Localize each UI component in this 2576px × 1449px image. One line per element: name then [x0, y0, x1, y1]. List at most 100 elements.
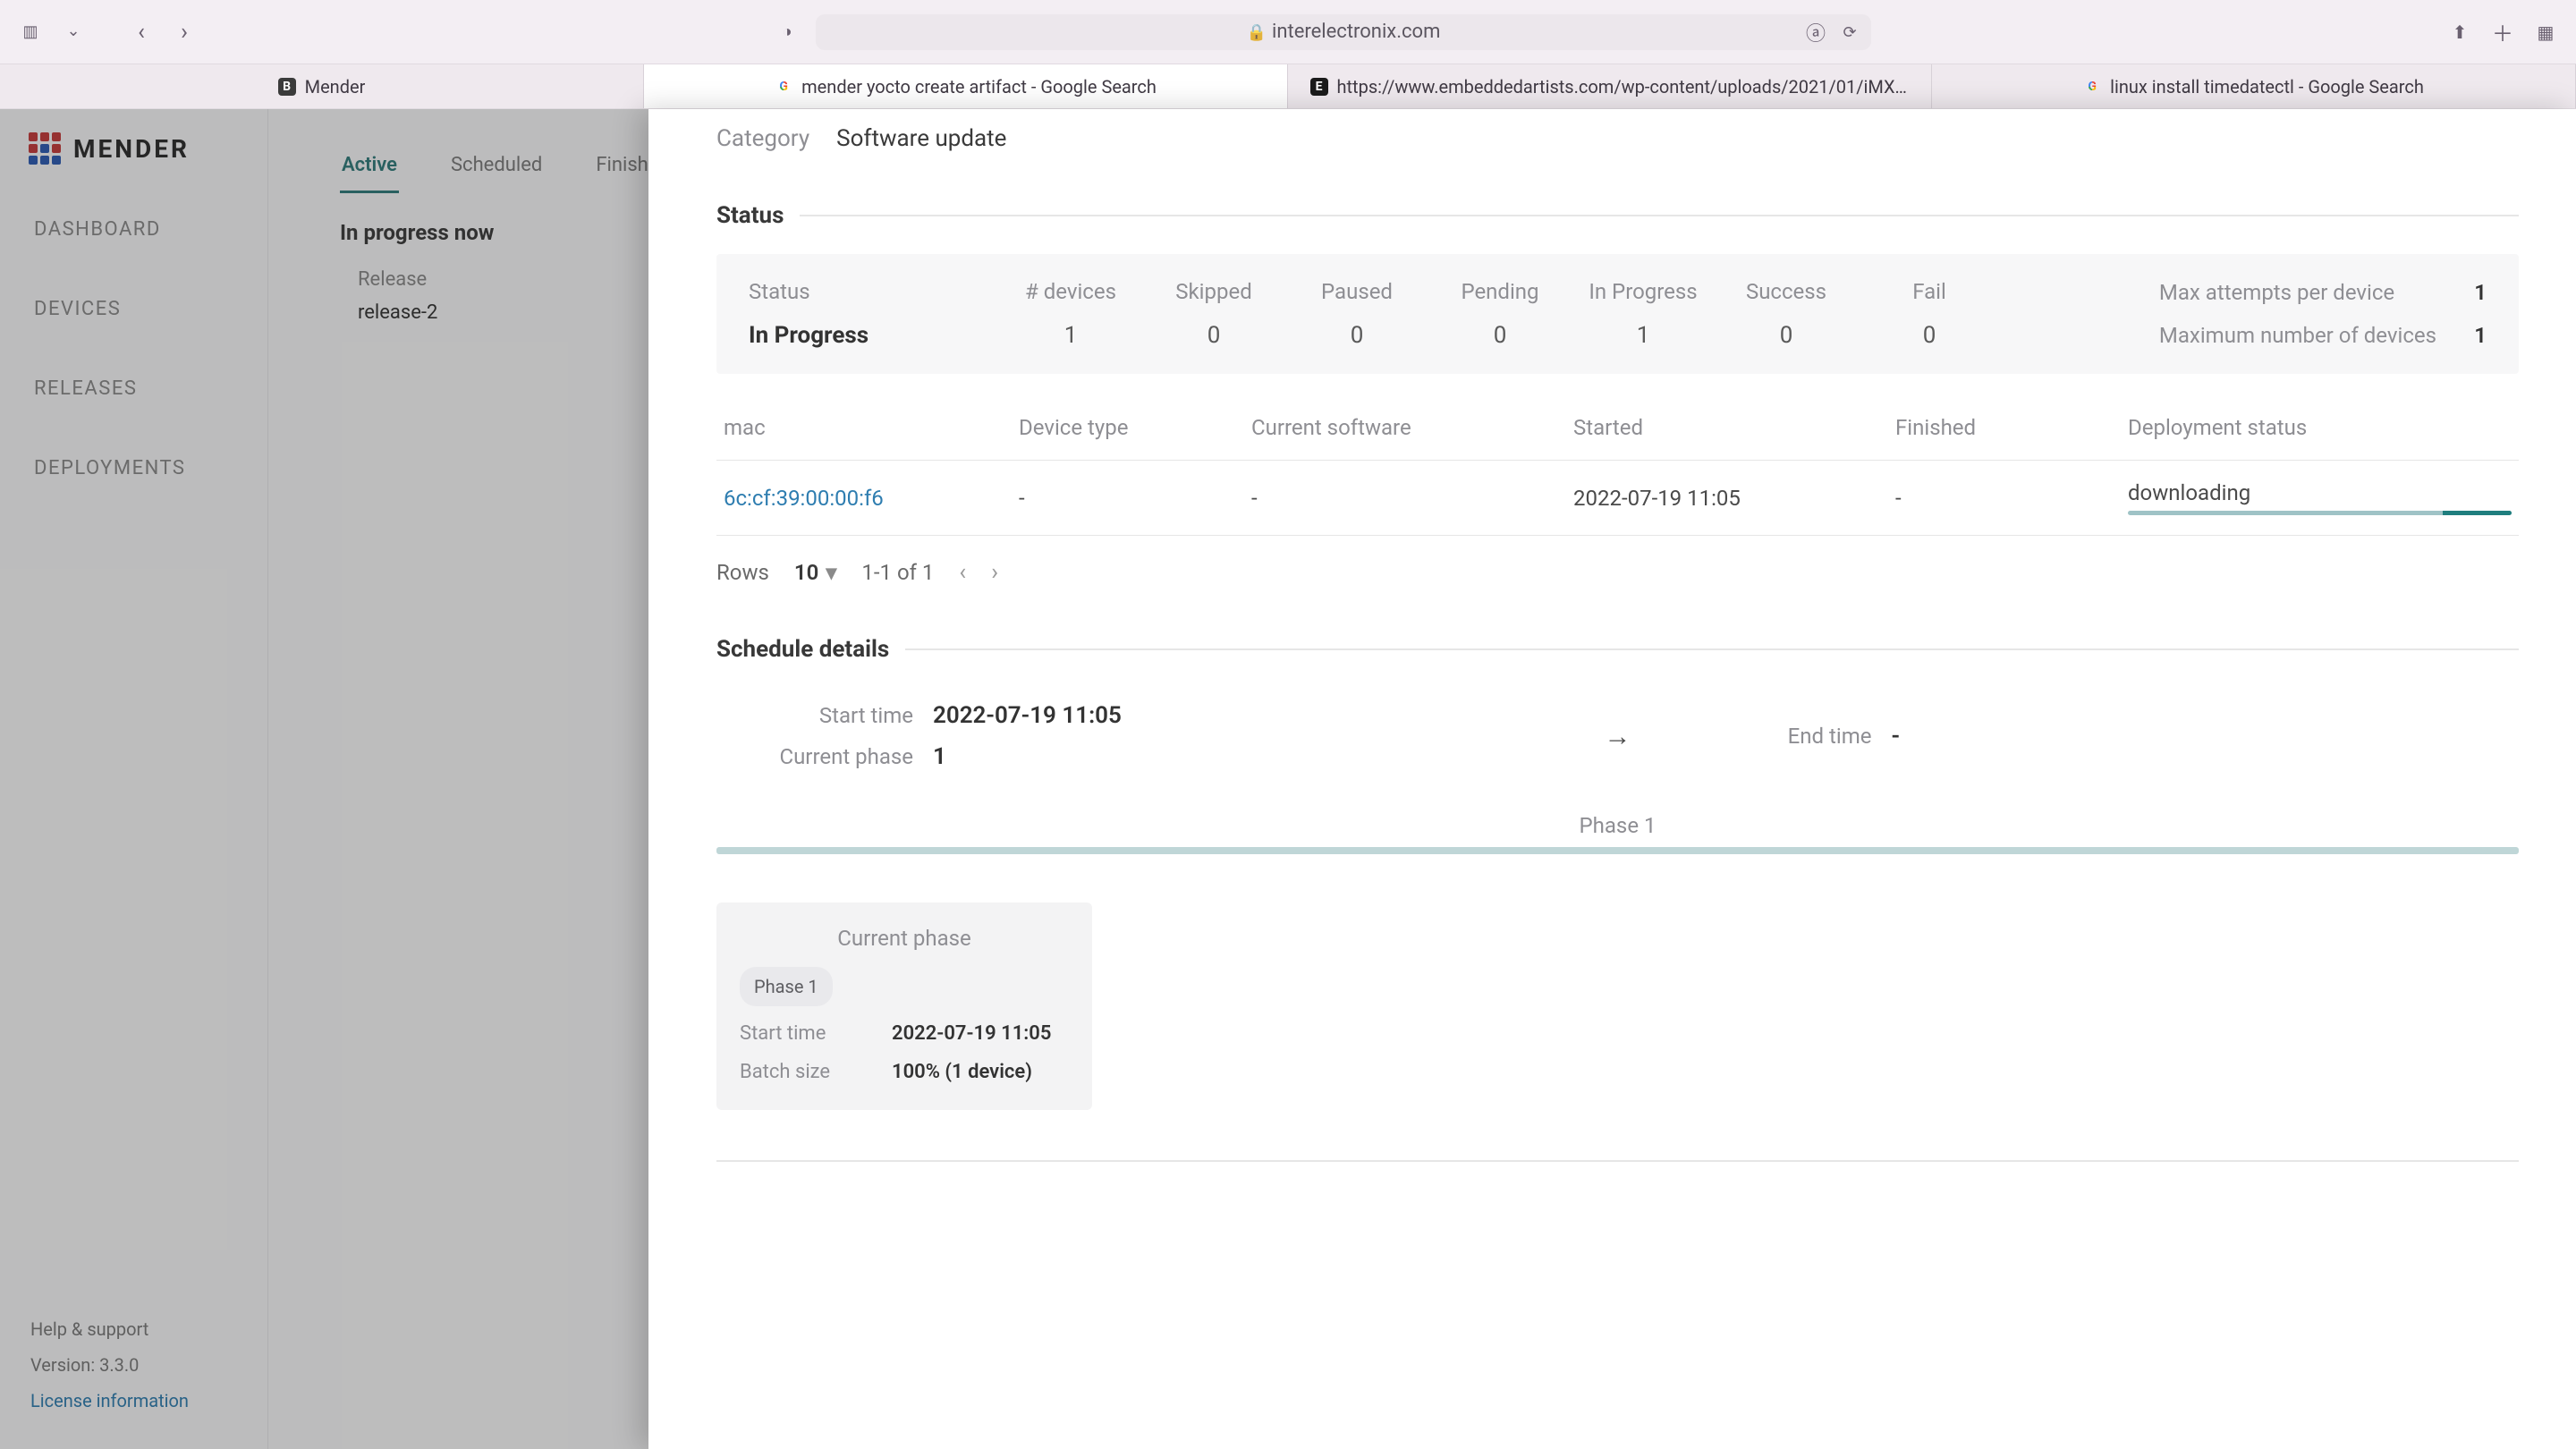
deployment-detail-overlay: Category Software update Status Status #…: [648, 109, 2576, 1449]
num-pending: 0: [1428, 322, 1572, 349]
page-range: 1-1 of 1: [861, 560, 934, 585]
license-link[interactable]: License information: [30, 1383, 237, 1419]
favicon-b-icon: B: [278, 78, 296, 96]
col-paused: Paused: [1285, 279, 1428, 304]
max-attempts-value: 1: [2436, 280, 2487, 305]
th-mac: mac: [724, 415, 1019, 440]
end-time-value: -: [1892, 723, 1901, 750]
start-time-label: Start time: [716, 703, 913, 728]
current-phase-value: 1: [933, 743, 946, 770]
end-time-label: End time: [1675, 724, 1872, 749]
col-success: Success: [1715, 279, 1858, 304]
th-status: Deployment status: [2128, 415, 2512, 440]
num-inprogress: 1: [1572, 322, 1715, 349]
sidebar-item-devices[interactable]: DEVICES: [0, 269, 267, 349]
address-bar[interactable]: interelectronix.com ⓐ: [816, 14, 1871, 50]
browser-tab-3[interactable]: linux install timedatectl - Google Searc…: [1932, 64, 2576, 108]
page-next-button[interactable]: [991, 559, 998, 586]
max-devices-label: Maximum number of devices: [2159, 323, 2436, 348]
th-started: Started: [1573, 415, 1895, 440]
rows-dropdown[interactable]: 10: [794, 560, 836, 585]
phase-pill: Phase 1: [740, 967, 833, 1006]
status-left: Status # devices Skipped Paused Pending …: [749, 279, 2141, 349]
th-device-type: Device type: [1019, 415, 1251, 440]
sidebar-item-dashboard[interactable]: DASHBOARD: [0, 190, 267, 269]
tab-active[interactable]: Active: [340, 145, 399, 193]
max-devices-value: 1: [2436, 323, 2487, 348]
rule: [905, 648, 2519, 650]
forward-button[interactable]: [170, 18, 199, 47]
phase-batch-size-value: 100% (1 device): [892, 1061, 1069, 1083]
help-support-link[interactable]: Help & support: [30, 1311, 237, 1347]
browser-tab-0[interactable]: B Mender: [0, 64, 644, 108]
browser-tab-2[interactable]: E https://www.embeddedartists.com/wp-con…: [1288, 64, 1932, 108]
sidebar-nav: DASHBOARD DEVICES RELEASES DEPLOYMENTS: [0, 190, 267, 508]
address-domain: interelectronix.com: [1272, 21, 1440, 43]
chevron-right-icon: [181, 21, 188, 44]
page-prev-button[interactable]: [959, 559, 966, 586]
col-fail: Fail: [1858, 279, 2001, 304]
translate-icon[interactable]: ⓐ: [1801, 18, 1830, 47]
schedule-right: End time -: [1675, 716, 2520, 757]
reload-button[interactable]: [1835, 18, 1864, 47]
sidebar-footer: Help & support Version: 3.3.0 License in…: [0, 1311, 267, 1426]
devices-table: mac Device type Current software Started…: [716, 395, 2519, 536]
status-label: Status: [749, 279, 999, 304]
cell-mac: 6c:cf:39:00:00:f6: [724, 486, 1019, 511]
phase-bar-track: [716, 847, 2519, 854]
rows-value: 10: [794, 560, 818, 585]
current-phase-label: Current phase: [716, 744, 913, 769]
sidebar: MENDER DASHBOARD DEVICES RELEASES DEPLOY…: [0, 109, 268, 1449]
num-skipped: 0: [1142, 322, 1285, 349]
num-devices: 1: [999, 322, 1142, 349]
col-pending: Pending: [1428, 279, 1572, 304]
phase-batch-size-label: Batch size: [740, 1061, 883, 1083]
schedule-title-text: Schedule details: [716, 636, 889, 663]
sidebar-toggle-icon[interactable]: [16, 18, 45, 47]
phase-bar: Phase 1: [716, 813, 2519, 854]
status-title-text: Status: [716, 202, 784, 229]
phase-start-time-label: Start time: [740, 1022, 883, 1045]
sidebar-item-deployments[interactable]: DEPLOYMENTS: [0, 428, 267, 508]
th-current-sw: Current software: [1251, 415, 1573, 440]
phase-card: Current phase Phase 1 Start time 2022-07…: [716, 902, 1092, 1110]
category-label: Category: [716, 125, 809, 152]
pager: Rows 10 1-1 of 1: [716, 536, 2519, 586]
new-tab-button[interactable]: [2488, 18, 2517, 47]
privacy-report-icon[interactable]: [773, 18, 801, 47]
num-paused: 0: [1285, 322, 1428, 349]
browser-tabstrip: B Mender mender yocto create artifact - …: [0, 64, 2576, 109]
status-right: Max attempts per device 1 Maximum number…: [2159, 279, 2487, 349]
rows-label: Rows: [716, 560, 769, 585]
schedule-section-title: Schedule details: [716, 636, 2519, 663]
mender-logo-icon: [29, 132, 61, 165]
schedule-grid: Start time 2022-07-19 11:05 Current phas…: [716, 695, 2519, 777]
phase-card-title: Current phase: [740, 926, 1069, 951]
tab-overview-button[interactable]: [2531, 18, 2560, 47]
chevron-down-icon[interactable]: [59, 18, 88, 47]
progress-bar: [2128, 511, 2512, 515]
mac-link[interactable]: 6c:cf:39:00:00:f6: [724, 486, 884, 511]
status-panel: Status # devices Skipped Paused Pending …: [716, 254, 2519, 374]
tab-scheduled[interactable]: Scheduled: [449, 145, 544, 193]
share-button[interactable]: [2445, 18, 2474, 47]
rule: [800, 215, 2519, 216]
phase-bar-label: Phase 1: [1580, 813, 1657, 838]
num-fail: 0: [1858, 322, 2001, 349]
col-skipped: Skipped: [1142, 279, 1285, 304]
browser-tab-1[interactable]: mender yocto create artifact - Google Se…: [644, 64, 1288, 108]
col-devices: # devices: [999, 279, 1142, 304]
category-row: Category Software update: [716, 125, 2519, 152]
table-header: mac Device type Current software Started…: [716, 395, 2519, 461]
cell-finished: -: [1895, 486, 2128, 511]
sidebar-item-releases[interactable]: RELEASES: [0, 349, 267, 428]
address-bar-wrap: interelectronix.com ⓐ: [816, 14, 1871, 50]
browser-toolbar: interelectronix.com ⓐ: [0, 0, 2576, 64]
chevron-left-icon: [138, 21, 145, 44]
schedule-left: Start time 2022-07-19 11:05 Current phas…: [716, 695, 1561, 777]
status-section-title: Status: [716, 202, 2519, 229]
num-success: 0: [1715, 322, 1858, 349]
table-row[interactable]: 6c:cf:39:00:00:f6 - - 2022-07-19 11:05 -…: [716, 461, 2519, 536]
back-button[interactable]: [127, 18, 156, 47]
max-attempts-label: Max attempts per device: [2159, 280, 2436, 305]
